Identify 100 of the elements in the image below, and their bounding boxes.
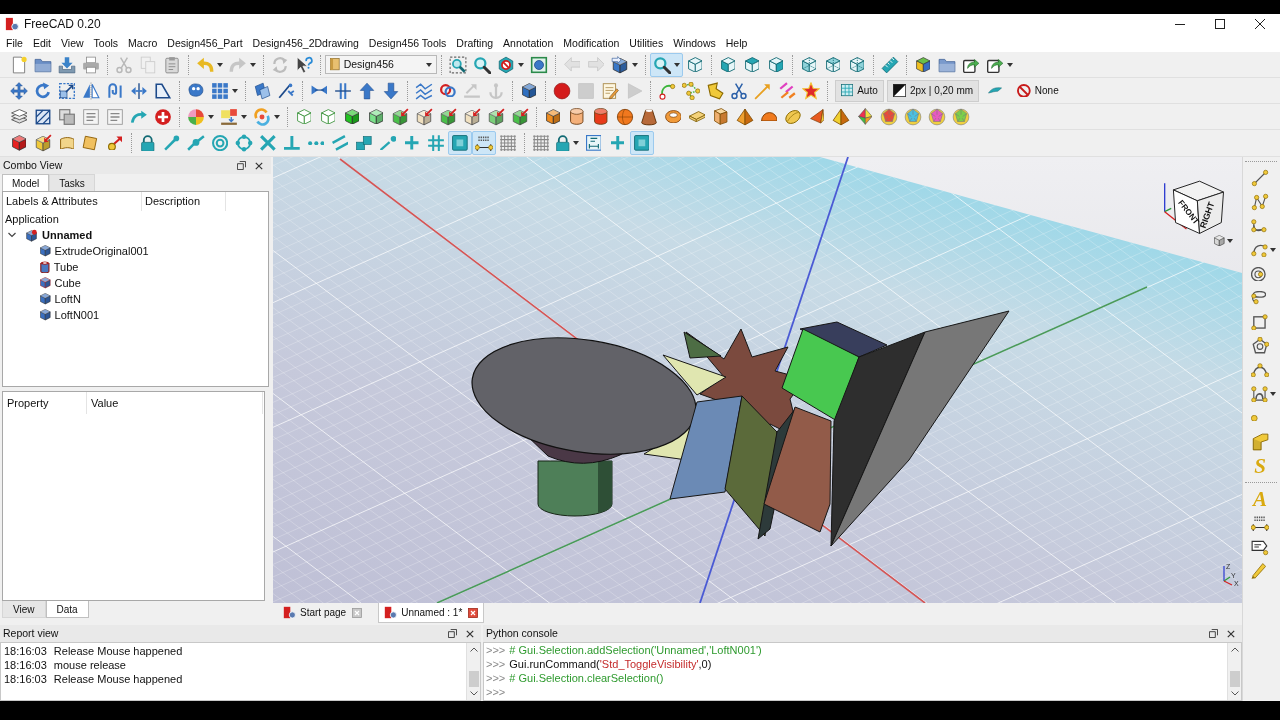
menu-item[interactable]: Design456_2Ddrawing [247,34,364,52]
column-header[interactable]: Value [87,392,263,414]
close-icon[interactable] [352,607,363,618]
node-polygon-icon [1251,337,1269,355]
app-logo-icon [384,606,398,619]
vertical-scrollbar[interactable] [1227,643,1241,700]
chevron-down-icon [1230,691,1239,696]
float-button[interactable] [446,627,458,640]
node-curve-icon [1251,362,1269,378]
console-line: >>> # Gui.Selection.addSelection('Unnamed','LoftN001') [486,643,762,657]
caret-icon [426,62,432,67]
node-polyline-icon [1251,193,1269,211]
console-line: >>> [486,685,506,699]
tree-item[interactable]: LoftN [3,291,268,307]
tab[interactable]: View [2,601,46,618]
cube-icon [40,245,51,257]
menu-item[interactable]: Utilities [624,34,669,52]
column-header[interactable]: Labels & Attributes [3,192,142,211]
float-button[interactable] [1207,627,1219,640]
tree-item[interactable]: Unnamed [3,227,268,243]
log-time: 18:16:03 [4,657,47,673]
log-time: 18:16:03 [4,643,47,659]
grid-icon [841,84,854,97]
log-message: Release Mouse happened [53,671,183,687]
app-logo-icon [283,606,296,619]
node-line-icon [1251,169,1269,187]
chevron-up-icon [1230,647,1239,652]
menu-item[interactable]: Edit [27,34,56,52]
wing-icon [988,87,1003,94]
tree-item[interactable]: ExtrudeOriginal001 [3,243,268,259]
maximize-icon [1215,19,1225,29]
menu-item[interactable]: File [1,34,28,52]
close-icon [255,161,263,170]
block-icon [1251,433,1269,451]
book-icon [330,58,340,71]
float-icon [1208,629,1218,638]
panel-title: Report view [3,625,59,641]
tube-icon [40,260,50,274]
chevron-up-icon [469,647,478,652]
menu-item[interactable]: Windows [668,34,721,52]
point-icon [1251,414,1258,422]
node-rectangle-icon [1251,313,1268,331]
console-line: >>> Gui.runCommand('Std_ToggleVisibility',0) [486,657,712,671]
node-ellipse-icon [1251,291,1267,305]
half-filled-square-icon [892,83,906,98]
tab[interactable]: Data [45,601,89,618]
menu-item[interactable]: Tools [88,34,124,52]
dimension-icon [1251,514,1269,532]
menu-item[interactable]: Help [720,34,753,52]
document-icon [25,228,38,242]
toolbar-button[interactable]: Auto [835,79,884,102]
document-tab[interactable]: Unnamed : 1* [378,603,485,623]
tab[interactable]: Model [2,174,50,191]
cube-icon [40,277,51,289]
toolbar-button[interactable] [650,52,683,77]
minimize-icon [1175,23,1185,25]
label-tag-icon [1251,538,1269,556]
console-line: >>> # Gui.Selection.clearSelection() [486,671,664,685]
node-corner-icon [1251,218,1267,234]
log-time: 18:16:03 [4,671,47,687]
panel-title: Combo View [3,157,63,173]
caret-icon [1227,238,1233,243]
node-bezier-icon [1251,385,1268,403]
close-icon [1227,629,1235,638]
column-header[interactable]: Description [142,192,226,211]
cube-icon [40,309,51,321]
tree-item[interactable]: Cube [3,275,268,291]
cube-icon [1214,235,1225,247]
chevron-down-icon[interactable] [8,231,16,239]
panel-title: Python console [486,625,558,641]
float-button[interactable] [235,159,247,172]
close-icon [1255,19,1265,29]
menu-item[interactable]: Design456 Tools [363,34,452,52]
menu-item[interactable]: Design456_Part [162,34,248,52]
menu-item[interactable]: View [56,34,89,52]
pen-icon [1251,562,1267,580]
node-arc-icon [1251,242,1268,258]
scrollbar-thumb[interactable] [468,671,479,687]
no-entry-icon [1017,83,1031,98]
view-menu-button[interactable] [1214,235,1233,247]
vertical-scrollbar[interactable] [466,643,480,700]
scrollbar-thumb[interactable] [1229,671,1240,687]
close-icon [466,629,474,638]
close-icon[interactable] [468,607,479,618]
menu-item[interactable]: Annotation [498,34,559,52]
toolbar-button[interactable]: 2px | 0,20 mm [886,79,980,102]
app-logo-icon [5,17,19,31]
window-title: FreeCAD 0.20 [24,16,101,33]
tree-item[interactable]: LoftN001 [3,307,268,323]
menu-item[interactable]: Drafting [451,34,499,52]
tree-item[interactable]: Tube [3,259,268,275]
toolbar-button[interactable]: None [1011,79,1065,102]
menu-item[interactable]: Macro [123,34,163,52]
workbench-dropdown[interactable]: Design456 [325,55,437,74]
menu-item[interactable]: Modification [558,34,625,52]
tree-root-label: Application [4,212,59,227]
log-message: mouse release [53,657,126,673]
column-header[interactable]: Property [3,392,87,414]
float-icon [236,161,246,170]
tab[interactable]: Tasks [49,174,95,191]
